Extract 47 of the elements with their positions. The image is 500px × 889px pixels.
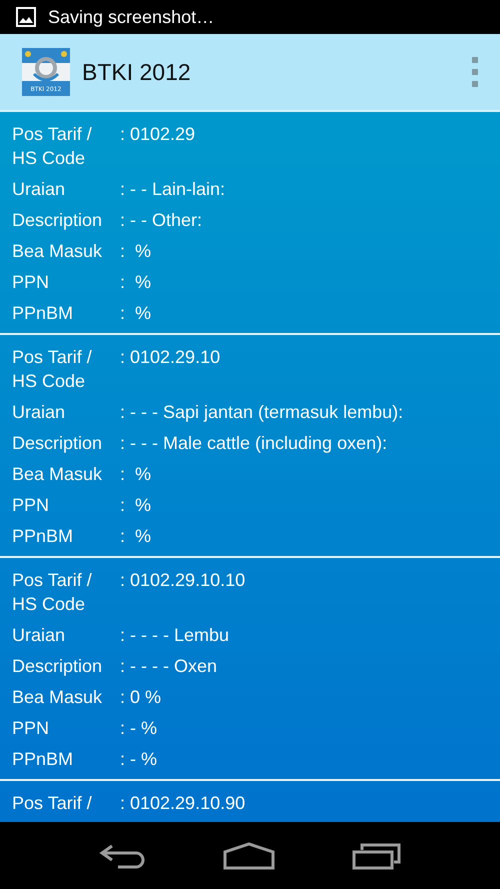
field-label: Bea Masuk (12, 686, 104, 709)
app-title: BTKI 2012 (82, 58, 192, 86)
picture-icon (16, 7, 36, 27)
field-value: : % (120, 525, 152, 548)
tariff-entry[interactable]: Pos Tarif / HS Code : 0102.29.10 Uraian : - - - Sapi jantan (termasuk lembu): Description : - - - Male cattle (including oxen): Bea Masuk : % PPN : % PPnBM : % (0, 335, 500, 558)
field-label: Pos Tarif / HS Code (12, 346, 93, 393)
field-value: : - - Other: (120, 209, 202, 232)
field-value: : % (120, 271, 152, 294)
field-value: : - % (120, 717, 158, 740)
field-label: PPN (12, 271, 50, 294)
field-value: : % (120, 463, 152, 486)
field-label: PPnBM (12, 525, 74, 548)
field-label: Uraian (12, 401, 66, 424)
field-value: : 0102.29.10.90 (120, 792, 246, 815)
field-value: : 0102.29.10 (120, 346, 220, 369)
notification-text: Saving screenshot… (48, 6, 214, 28)
field-label: PPN (12, 494, 50, 517)
field-label: Pos Tarif / HS Code (12, 569, 93, 616)
field-label: PPnBM (12, 748, 74, 771)
field-label: Bea Masuk (12, 240, 104, 263)
field-label: PPN (12, 717, 50, 740)
field-label: Pos Tarif / (12, 792, 93, 815)
recent-apps-icon[interactable] (352, 842, 402, 870)
home-icon[interactable] (222, 842, 275, 870)
field-value: : % (120, 302, 152, 325)
field-value: : 0102.29 (120, 123, 196, 146)
field-label: PPnBM (12, 302, 74, 325)
tariff-entry[interactable]: Pos Tarif / HS Code : 0102.29 Uraian : - - Lain-lain: Description : - - Other: Bea Masuk : % PPN : % PPnBM : % (0, 112, 500, 335)
field-value: : - - - Sapi jantan (termasuk lembu): (120, 401, 404, 424)
field-value: : - - - - Oxen (120, 655, 218, 678)
field-value: : 0102.29.10.10 (120, 569, 246, 592)
field-value: : - - - Male cattle (including oxen): (120, 432, 388, 455)
field-label: Bea Masuk (12, 463, 104, 486)
field-value: : - % (120, 748, 158, 771)
field-value: : - - Lain-lain: (120, 178, 226, 201)
field-label: Description (12, 432, 104, 455)
field-label: Description (12, 209, 104, 232)
field-label: Uraian (12, 178, 66, 201)
field-label: Pos Tarif / HS Code (12, 123, 93, 170)
field-value: : % (120, 494, 152, 517)
field-value: : 0 % (120, 686, 162, 709)
field-value: : - - - - Lembu (120, 624, 230, 647)
field-label: Uraian (12, 624, 66, 647)
field-label: Description (12, 655, 104, 678)
field-value: : % (120, 240, 152, 263)
back-icon[interactable] (98, 842, 146, 868)
tariff-entry[interactable]: Pos Tarif / HS Code : 0102.29.10.10 Uraian : - - - - Lembu Description : - - - - Oxen Bea Masuk : 0 % PPN : - % PPnBM : - % (0, 558, 500, 781)
